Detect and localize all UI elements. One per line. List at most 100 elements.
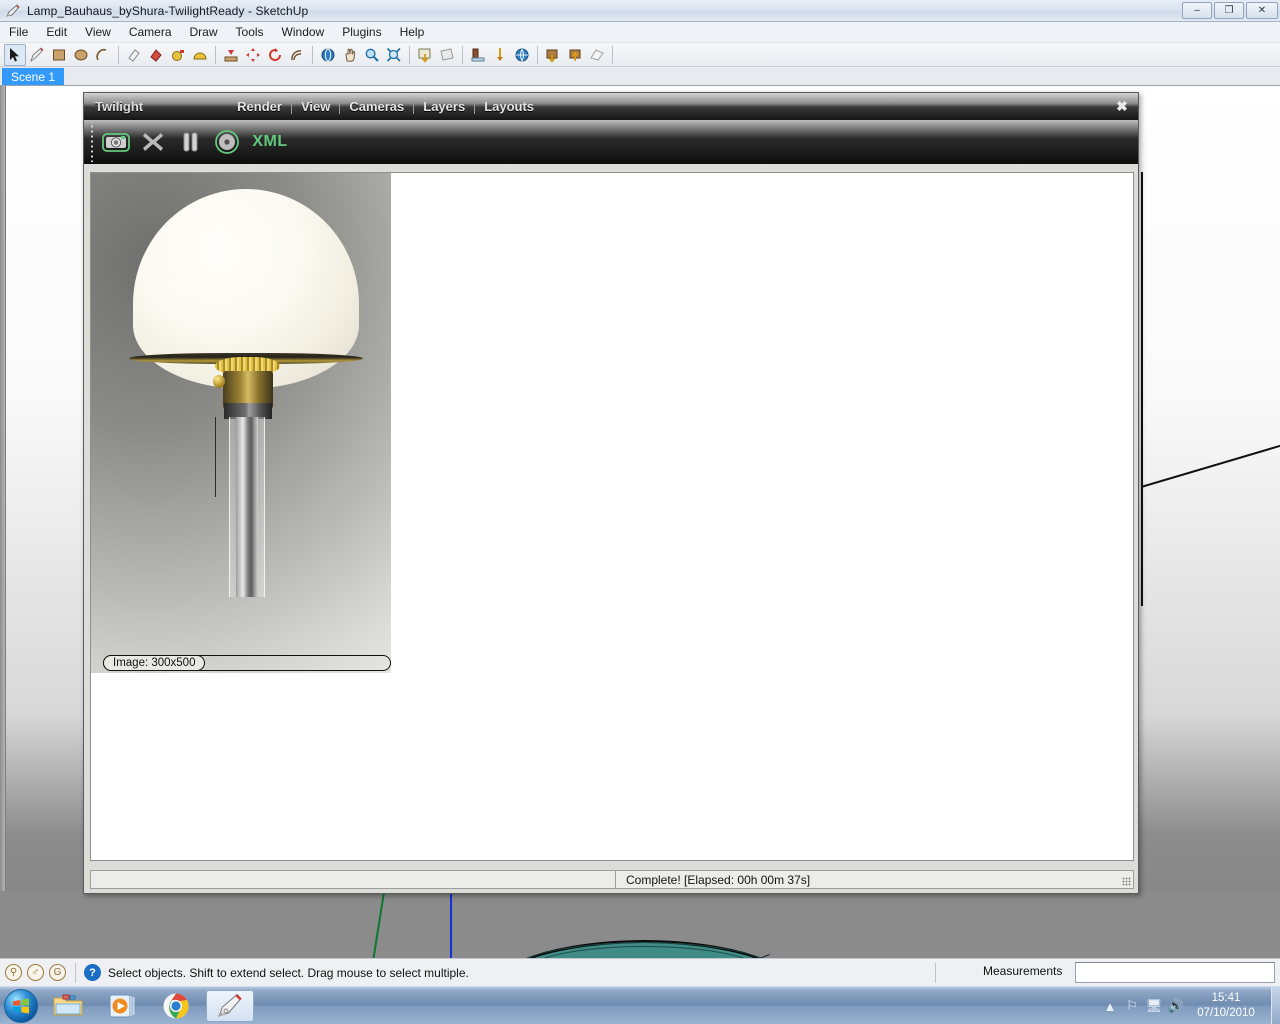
toolbar-separator — [215, 45, 216, 64]
tape-measure-icon[interactable] — [167, 44, 189, 66]
status-bar: ⚲ ♂ G ? Select objects. Shift to extend … — [0, 958, 1280, 986]
sketchup-pencil-icon — [5, 3, 21, 19]
paint-bucket-icon[interactable] — [145, 44, 167, 66]
toolbar-separator — [462, 45, 463, 64]
system-tray: ▲ ⚐ 🖥 🔊 15:41 07/10/2010 — [1099, 987, 1280, 1024]
menu-edit[interactable]: Edit — [37, 23, 76, 41]
menu-draw[interactable]: Draw — [181, 23, 227, 41]
offset-icon[interactable] — [286, 44, 308, 66]
menu-plugins[interactable]: Plugins — [333, 23, 390, 41]
menu-view[interactable]: View — [76, 23, 120, 41]
blue-axis — [450, 892, 452, 958]
section-plane-icon[interactable] — [414, 44, 436, 66]
component-icon[interactable] — [467, 44, 489, 66]
twilight-render-canvas[interactable]: Image: 300x500 — [90, 172, 1134, 861]
menu-tools[interactable]: Tools — [227, 23, 273, 41]
section-display-icon[interactable] — [436, 44, 458, 66]
menu-window[interactable]: Window — [273, 23, 334, 41]
push-pull-icon[interactable] — [220, 44, 242, 66]
menu-help[interactable]: Help — [391, 23, 434, 41]
twilight-status-row: Complete! [Elapsed: 00h 00m 37s] — [90, 870, 1134, 889]
render-status-text: Complete! [Elapsed: 00h 00m 37s] — [626, 872, 811, 887]
twilight-menu-layers[interactable]: Layers — [414, 99, 474, 114]
position-camera-icon[interactable] — [511, 44, 533, 66]
save-disc-button[interactable] — [210, 125, 244, 159]
lamp-pull-cord — [215, 417, 216, 497]
help-question-icon[interactable]: ? — [84, 964, 101, 981]
line-pencil-icon[interactable] — [26, 44, 48, 66]
windows-taskbar: ▲ ⚐ 🖥 🔊 15:41 07/10/2010 — [0, 986, 1280, 1024]
twilight-menu-render[interactable]: Render — [228, 99, 291, 114]
taskbar-clock[interactable]: 15:41 07/10/2010 — [1187, 991, 1265, 1021]
window-title: Lamp_Bauhaus_byShura-TwilightReady - Ske… — [27, 3, 309, 18]
flag-action-center-icon[interactable]: ⚐ — [1121, 995, 1143, 1017]
pan-hand-icon[interactable] — [339, 44, 361, 66]
image-size-badge: Image: 300x500 — [103, 655, 206, 671]
volume-icon[interactable]: 🔊 — [1165, 995, 1187, 1017]
look-around-icon[interactable] — [564, 44, 586, 66]
twilight-close-icon[interactable]: ✖ — [1115, 99, 1129, 113]
clock-date: 07/10/2010 — [1197, 1007, 1255, 1019]
rotate-icon[interactable] — [264, 44, 286, 66]
zoom-magnifier-icon[interactable] — [361, 44, 383, 66]
show-desktop-button[interactable] — [1271, 987, 1280, 1024]
network-icon[interactable]: 🖥 — [1143, 995, 1165, 1017]
menubar: File Edit View Camera Draw Tools Window … — [0, 22, 1280, 43]
close-button[interactable]: ✕ — [1246, 2, 1278, 19]
render-progress-bar — [90, 870, 615, 889]
rectangle-icon[interactable] — [48, 44, 70, 66]
render-camera-button[interactable] — [99, 125, 133, 159]
taskbar-chrome[interactable] — [152, 990, 200, 1022]
twilight-menubar: Render View Cameras Layers Layouts — [228, 99, 543, 114]
taskbar-explorer[interactable] — [44, 990, 92, 1022]
select-arrow-icon[interactable] — [4, 43, 26, 66]
scene-tab-bar: Scene 1 — [0, 67, 1280, 86]
walk-icon[interactable] — [542, 44, 564, 66]
google-g-icon[interactable]: G — [49, 964, 66, 981]
protractor-icon[interactable] — [189, 44, 211, 66]
twilight-menu-layouts[interactable]: Layouts — [475, 99, 543, 114]
toolbar-separator — [537, 45, 538, 64]
measurements-input[interactable] — [1075, 962, 1275, 983]
taskbar-media-player[interactable] — [98, 990, 146, 1022]
toolbar-drag-grip[interactable] — [88, 122, 96, 162]
eraser-icon[interactable] — [123, 44, 145, 66]
zoom-extents-icon[interactable] — [383, 44, 405, 66]
stop-render-button[interactable] — [136, 125, 170, 159]
resize-grip[interactable] — [1122, 877, 1131, 886]
orbit-icon[interactable] — [317, 44, 339, 66]
arc-icon[interactable] — [92, 44, 114, 66]
maximize-button[interactable]: ❐ — [1214, 2, 1244, 19]
start-orb-icon[interactable] — [4, 988, 38, 1023]
sidebar-item-scene-1[interactable]: Scene 1 — [2, 68, 65, 85]
twilight-brand-label: Twilight — [95, 99, 144, 114]
dimension-icon[interactable] — [586, 44, 608, 66]
toolbar-separator — [118, 45, 119, 64]
status-separator-2 — [935, 963, 936, 983]
taskbar-sketchup[interactable] — [206, 989, 254, 1022]
scene-tab-label: Scene 1 — [11, 70, 56, 84]
chevron-up-icon[interactable]: ▲ — [1099, 995, 1121, 1017]
twilight-toolbar: XML — [84, 120, 1138, 164]
twilight-menu-view[interactable]: View — [292, 99, 339, 114]
export-xml-button[interactable]: XML — [247, 125, 293, 159]
menu-file[interactable]: File — [0, 23, 37, 41]
toolbar-separator — [612, 45, 613, 64]
menu-camera[interactable]: Camera — [120, 23, 181, 41]
pause-render-button[interactable] — [173, 125, 207, 159]
minimize-button[interactable]: – — [1182, 2, 1212, 19]
window-controls: – ❐ ✕ — [1182, 2, 1278, 19]
circle-icon[interactable] — [70, 44, 92, 66]
twilight-menu-cameras[interactable]: Cameras — [340, 99, 413, 114]
clock-time: 15:41 — [1211, 992, 1241, 1004]
status-separator — [75, 962, 76, 983]
model-vertical-edge — [1141, 172, 1143, 606]
model-diagonal-edge — [1141, 429, 1280, 488]
move-icon[interactable] — [242, 44, 264, 66]
axes-icon[interactable] — [489, 44, 511, 66]
lamp-metal-stem — [236, 417, 258, 597]
person-info-icon[interactable]: ♂ — [27, 964, 44, 981]
person-privacy-icon[interactable]: ⚲ — [5, 964, 22, 981]
twilight-render-dialog: Twilight Render View Cameras Layers Layo… — [83, 92, 1139, 894]
export-xml-label: XML — [252, 133, 288, 150]
